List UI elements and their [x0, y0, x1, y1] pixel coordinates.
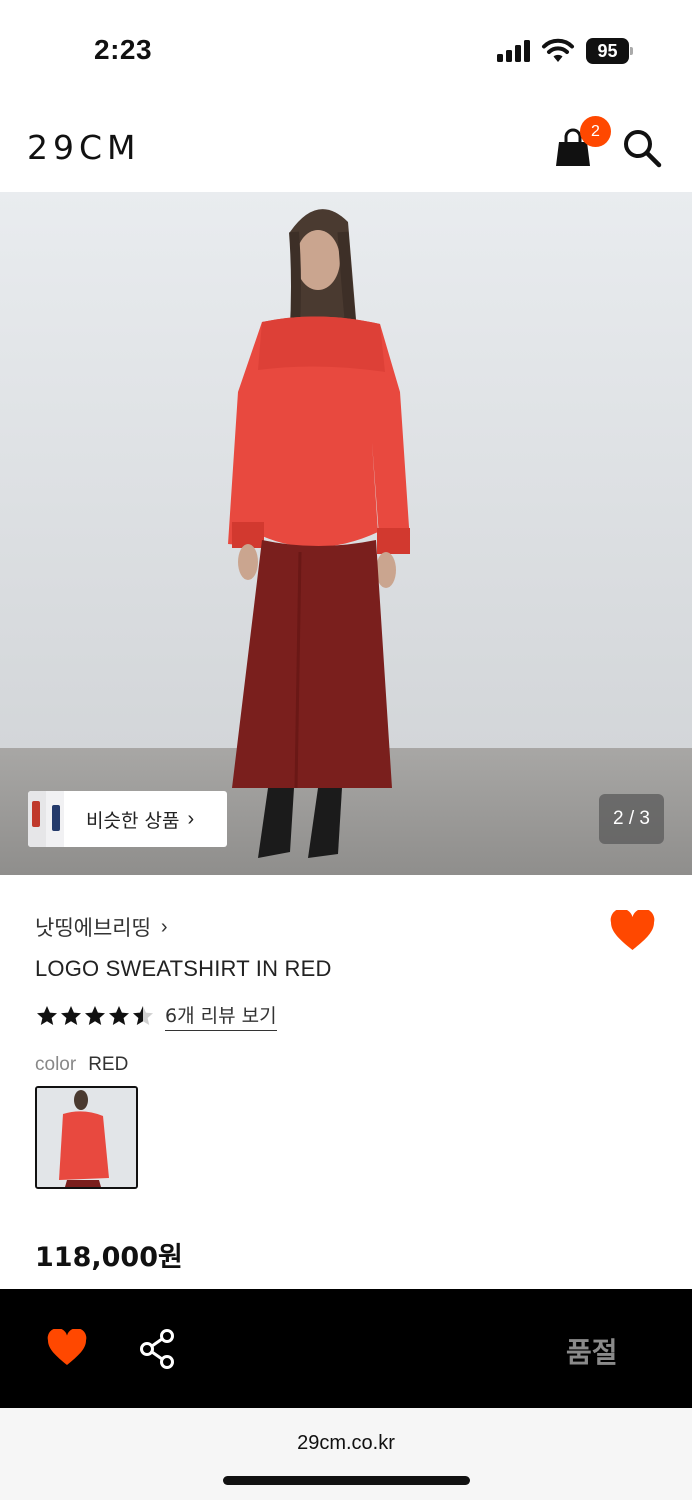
product-title: LOGO SWEATSHIRT IN RED — [35, 956, 332, 981]
similar-products-button[interactable]: 비슷한 상품 › — [28, 791, 227, 847]
product-image-carousel[interactable]: 비슷한 상품 › 2 / 3 — [0, 192, 692, 875]
star-rating — [35, 1004, 155, 1028]
share-icon[interactable] — [138, 1329, 176, 1369]
battery-icon: 95 — [586, 38, 634, 64]
star-icon — [85, 1006, 105, 1025]
image-page-counter: 2 / 3 — [599, 794, 664, 844]
signal-icon — [497, 40, 533, 62]
brand-link[interactable]: 낫띵에브리띵 › — [35, 912, 168, 942]
similar-thumbnails — [28, 791, 64, 847]
chevron-right-icon: › — [187, 807, 195, 830]
app-header: 29CM 2 — [0, 100, 692, 192]
product-info: 낫띵에브리띵 › LOGO SWEATSHIRT IN RED 6개 리뷰 보기… — [0, 875, 692, 1289]
color-value: RED — [88, 1054, 129, 1075]
color-row: color RED — [35, 1054, 128, 1076]
wifi-icon — [542, 38, 574, 62]
similar-products-label: 비슷한 상품 — [86, 809, 180, 832]
brand-name: 낫띵에브리띵 — [35, 916, 151, 940]
heart-icon[interactable] — [610, 910, 655, 952]
reviews-link[interactable]: 6개 리뷰 보기 — [165, 1001, 277, 1031]
browser-url-bar[interactable]: 29cm.co.kr — [0, 1408, 692, 1500]
swatch-thumbnail — [37, 1088, 136, 1187]
home-indicator — [223, 1476, 470, 1485]
soldout-button[interactable]: 품절 — [566, 1331, 618, 1371]
product-photo — [0, 192, 692, 875]
battery-level: 95 — [586, 38, 629, 64]
half-star-icon — [133, 1006, 153, 1025]
star-icon — [109, 1006, 129, 1025]
star-icon — [61, 1006, 81, 1025]
chevron-right-icon: › — [160, 915, 168, 938]
cart-count-badge: 2 — [580, 116, 611, 147]
color-key: color — [35, 1054, 77, 1075]
status-time: 2:23 — [94, 34, 153, 65]
color-swatch-red[interactable] — [35, 1086, 138, 1189]
search-icon[interactable] — [622, 128, 662, 168]
bottom-action-bar: 품절 — [0, 1289, 692, 1408]
brand-logo[interactable]: 29CM — [27, 128, 141, 167]
url-text: 29cm.co.kr — [297, 1432, 395, 1454]
status-bar: 2:23 95 — [0, 0, 692, 100]
star-icon — [37, 1006, 57, 1025]
rating-row: 6개 리뷰 보기 — [35, 1001, 277, 1031]
heart-icon[interactable] — [47, 1329, 87, 1367]
product-price: 118,000원 — [35, 1242, 183, 1273]
